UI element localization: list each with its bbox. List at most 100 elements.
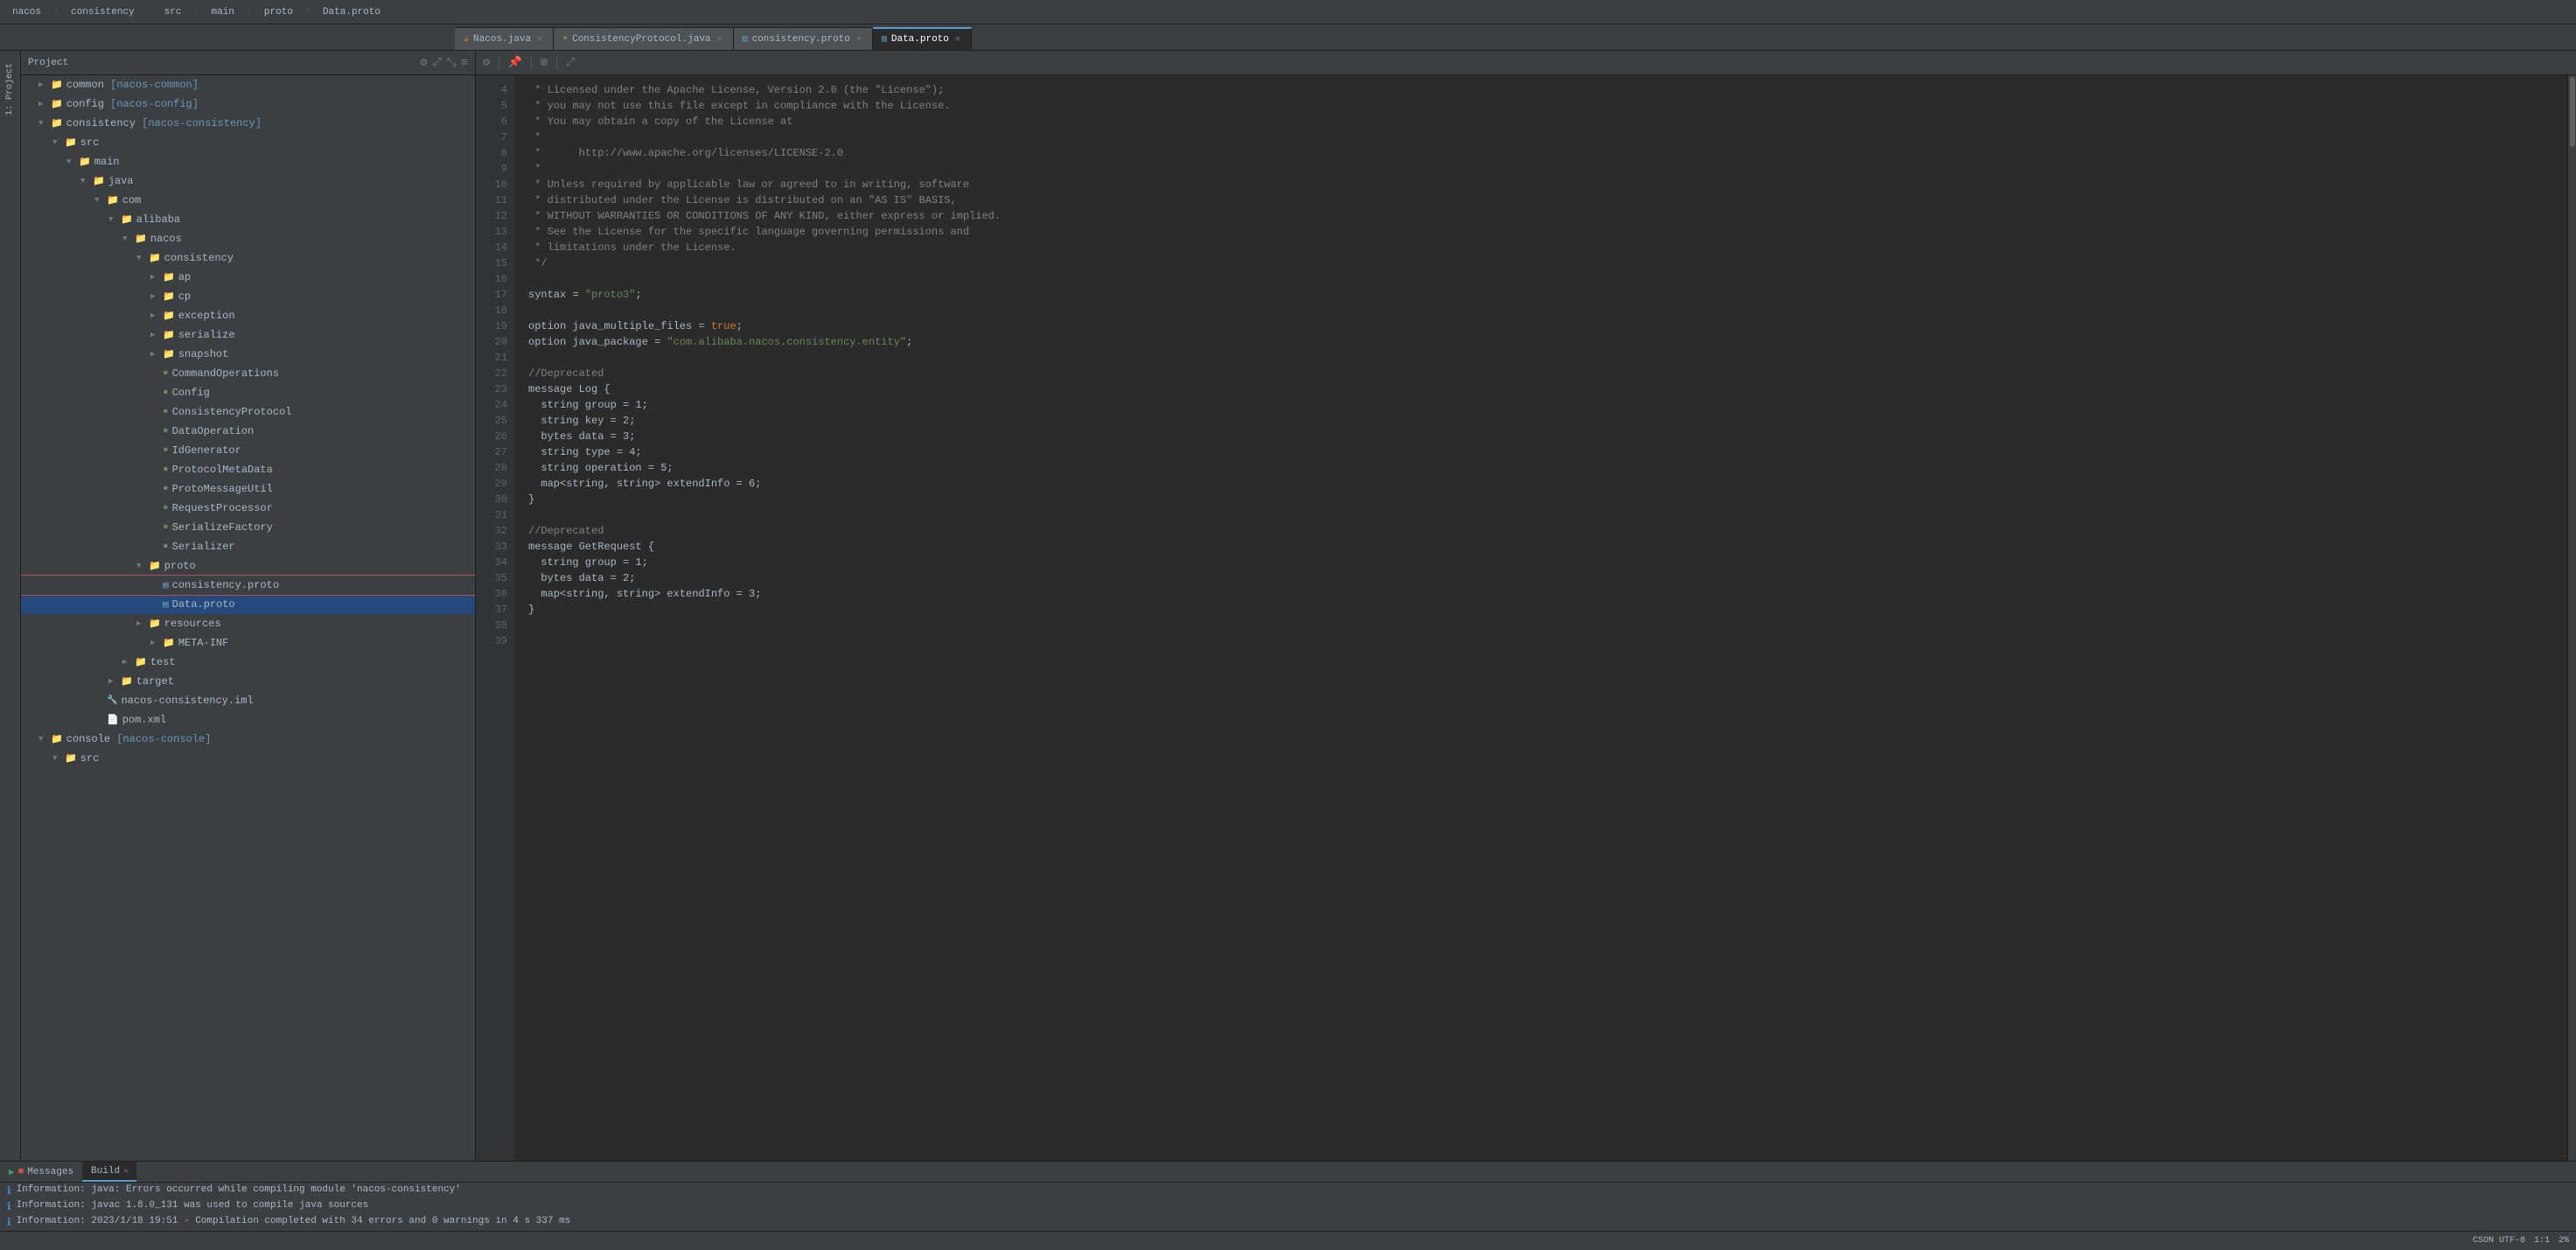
xml-icon-pom: 📄 — [107, 714, 119, 726]
tree-test[interactable]: ▶ 📁 test — [21, 653, 475, 672]
folder-icon-resources: 📁 — [149, 618, 161, 630]
bottom-tab-messages[interactable]: ▶ ■ Messages — [0, 1162, 82, 1182]
tree-pom[interactable]: 📄 pom.xml — [21, 710, 475, 730]
tree-java[interactable]: ▼ 📁 java — [21, 171, 475, 191]
tree-nacos-pkg[interactable]: ▼ 📁 nacos — [21, 229, 475, 248]
proto-icon-1: ▤ — [743, 34, 748, 45]
collapse-icon[interactable]: ⤡ — [447, 56, 456, 69]
tree-exception[interactable]: ▶ 📁 exception — [21, 306, 475, 325]
tree-target[interactable]: ▶ 📁 target — [21, 672, 475, 691]
tree-arrow-config: ▶ — [38, 100, 51, 108]
tab-consistency-proto[interactable]: ▤ consistency.proto ✕ — [734, 27, 873, 50]
tree-config[interactable]: ▶ 📁 config [nacos-config] — [21, 94, 475, 114]
tree-label-protocol-meta-data: ProtocolMetaData — [172, 464, 273, 476]
pin-icon[interactable]: 📌 — [508, 56, 522, 69]
settings-icon[interactable]: ⚙ — [421, 56, 428, 69]
file-tree: ▶ 📁 common [nacos-common] ▶ 📁 config [na… — [21, 75, 475, 1161]
tree-id-generator[interactable]: ● IdGenerator — [21, 441, 475, 460]
code-line-12: * WITHOUT WARRANTIES OR CONDITIONS OF AN… — [528, 208, 2553, 224]
tree-consistency-protocol[interactable]: ● ConsistencyProtocol — [21, 402, 475, 422]
tree-label-nacos-pkg: nacos — [150, 233, 182, 245]
tree-data-proto-file[interactable]: ▤ Data.proto — [21, 595, 475, 614]
proto-file-icon-2: ▤ — [163, 598, 169, 611]
tree-arrow-com: ▼ — [94, 196, 107, 205]
folder-icon-consistency: 📁 — [51, 117, 63, 129]
expand-editor-icon[interactable]: ⤢ — [566, 56, 575, 69]
nav-proto[interactable]: proto — [259, 5, 298, 19]
msg-line-3: ℹ Information: 2023/1/18 19:51 - Compila… — [7, 1216, 2569, 1231]
tree-common[interactable]: ▶ 📁 common [nacos-common] — [21, 75, 475, 94]
tab-data-proto[interactable]: ▤ Data.proto ✕ — [873, 27, 972, 50]
bottom-panel: ▶ ■ Messages Build ✕ ℹ Information: java… — [0, 1161, 2576, 1231]
msg-text-3: Information: 2023/1/18 19:51 - Compilati… — [17, 1216, 571, 1226]
bottom-tab-build[interactable]: Build ✕ — [82, 1162, 136, 1182]
bottom-close-btn[interactable]: ✕ — [123, 1167, 128, 1176]
nav-main[interactable]: main — [206, 5, 240, 19]
layout-icon[interactable]: ⊞ — [541, 56, 548, 69]
tree-label-common: common [nacos-common] — [66, 79, 199, 91]
tree-label-consistency-proto-file: consistency.proto — [172, 579, 279, 591]
code-editor[interactable]: * Licensed under the Apache License, Ver… — [514, 75, 2567, 1161]
tree-serializer[interactable]: ● Serializer — [21, 537, 475, 556]
gear-icon[interactable]: ≡ — [461, 56, 468, 69]
nav-consistency[interactable]: consistency — [66, 5, 140, 19]
tree-snapshot[interactable]: ▶ 📁 snapshot — [21, 345, 475, 364]
tree-meta-inf[interactable]: ▶ 📁 META-INF — [21, 633, 475, 653]
tab-close-data-proto[interactable]: ✕ — [953, 34, 962, 45]
tree-label-test: test — [150, 656, 176, 668]
tree-alibaba[interactable]: ▼ 📁 alibaba — [21, 210, 475, 229]
tree-serialize[interactable]: ▶ 📁 serialize — [21, 325, 475, 345]
tree-label-proto-folder: proto — [164, 560, 196, 572]
class-icon-id-generator: ● — [163, 445, 169, 456]
tree-main[interactable]: ▼ 📁 main — [21, 152, 475, 171]
tree-config-class[interactable]: ● Config — [21, 383, 475, 402]
code-line-22: //Deprecated — [528, 366, 2553, 381]
tree-proto-folder[interactable]: ▼ 📁 proto — [21, 556, 475, 576]
tree-command-operations[interactable]: ● CommandOperations — [21, 364, 475, 383]
nav-src[interactable]: src — [159, 5, 187, 19]
nav-nacos[interactable]: nacos — [7, 5, 46, 19]
tree-ap[interactable]: ▶ 📁 ap — [21, 268, 475, 287]
folder-icon-target: 📁 — [121, 675, 133, 688]
tab-close-consistency-protocol[interactable]: ✕ — [716, 34, 724, 45]
code-line-17: syntax = "proto3"; — [528, 287, 2553, 303]
tree-arrow-target: ▶ — [108, 677, 121, 686]
code-line-11: * distributed under the License is distr… — [528, 192, 2553, 208]
tree-label-serialize: serialize — [178, 329, 235, 341]
sidebar: Project ⚙ ⤢ ⤡ ≡ ▶ 📁 common [nacos-common… — [21, 51, 476, 1161]
tree-proto-message-util[interactable]: ● ProtoMessageUtil — [21, 479, 475, 499]
tree-consistency[interactable]: ▼ 📁 consistency [nacos-consistency] — [21, 114, 475, 133]
folder-icon-com: 📁 — [107, 194, 119, 206]
tree-protocol-meta-data[interactable]: ● ProtocolMetaData — [21, 460, 475, 479]
tab-close-consistency-proto[interactable]: ✕ — [855, 34, 863, 45]
tab-consistency-protocol[interactable]: ● ConsistencyProtocol.java ✕ — [554, 27, 733, 50]
tree-label-pom: pom.xml — [122, 714, 166, 726]
tree-cp[interactable]: ▶ 📁 cp — [21, 287, 475, 306]
tab-nacos-java[interactable]: ☕ Nacos.java ✕ — [455, 27, 554, 50]
tab-close-nacos[interactable]: ✕ — [535, 34, 544, 45]
tree-com[interactable]: ▼ 📁 com — [21, 191, 475, 210]
tree-serialize-factory[interactable]: ● SerializeFactory — [21, 518, 475, 537]
info-icon-1: ℹ — [7, 1184, 11, 1198]
line-numbers: 4 5 6 7 8 9 10 11 12 13 14 15 16 17 18 1… — [476, 75, 514, 1161]
expand-icon[interactable]: ⤢ — [432, 56, 441, 69]
tree-label-ap: ap — [178, 271, 191, 283]
tree-console[interactable]: ▼ 📁 console [nacos-console] — [21, 730, 475, 749]
tree-src[interactable]: ▼ 📁 src — [21, 133, 475, 152]
tree-console-src[interactable]: ▼ 📁 src — [21, 749, 475, 768]
tree-data-operation[interactable]: ● DataOperation — [21, 422, 475, 441]
editor-scrollbar[interactable] — [2567, 75, 2576, 1161]
tree-consistency-pkg[interactable]: ▼ 📁 consistency — [21, 248, 475, 268]
folder-icon-console-src: 📁 — [65, 752, 77, 765]
code-line-18 — [528, 303, 2553, 318]
settings-toolbar-icon[interactable]: ⚙ — [483, 56, 490, 69]
tree-request-processor[interactable]: ● RequestProcessor — [21, 499, 475, 518]
tree-resources[interactable]: ▶ 📁 resources — [21, 614, 475, 633]
java-icon: ☕ — [464, 34, 469, 45]
folder-icon-main: 📁 — [79, 156, 91, 168]
nav-dataproto[interactable]: Data.proto — [318, 5, 386, 19]
tree-consistency-proto-file[interactable]: ▤ consistency.proto — [21, 576, 475, 595]
tree-iml[interactable]: 🔧 nacos-consistency.iml — [21, 691, 475, 710]
left-tab-project[interactable]: 1: Project — [3, 58, 17, 121]
code-line-37: } — [528, 602, 2553, 618]
